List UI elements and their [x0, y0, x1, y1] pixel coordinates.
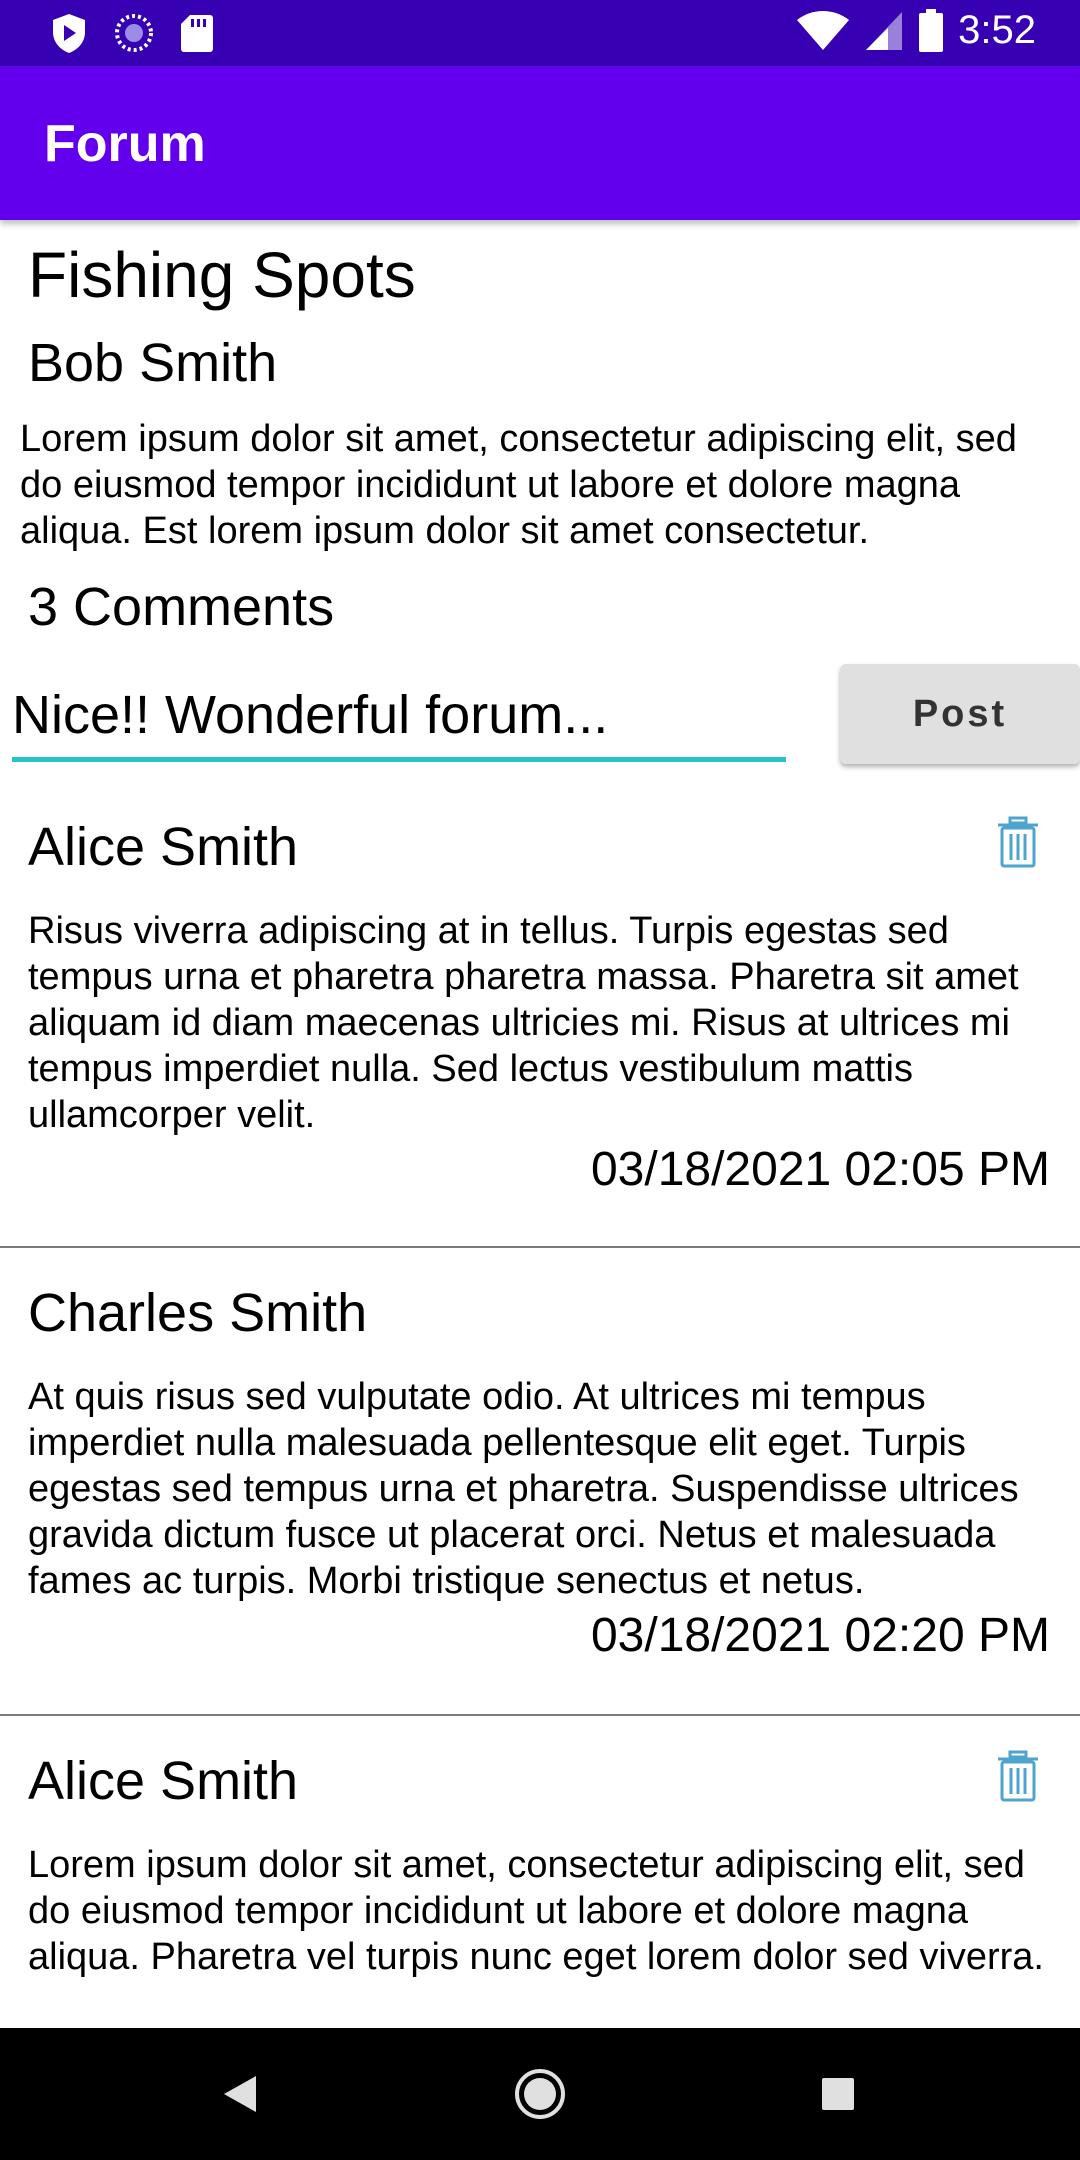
- wifi-icon: [797, 10, 850, 50]
- post-body: Lorem ipsum dolor sit amet, consectetur …: [20, 418, 1017, 552]
- battery-icon: [919, 8, 944, 52]
- comments-count: 3 Comments: [28, 577, 335, 637]
- post-title: Fishing Spots: [28, 239, 416, 311]
- post-author: Bob Smith: [28, 333, 278, 393]
- app-title: Forum: [44, 115, 206, 173]
- comment-author: Alice Smith: [28, 817, 299, 877]
- signal-icon: [866, 11, 903, 50]
- recents-icon[interactable]: [820, 2076, 856, 2112]
- comment-input[interactable]: [12, 672, 786, 762]
- comment-author: Charles Smith: [28, 1283, 368, 1343]
- forum-thread: Fishing Spots Bob Smith Lorem ipsum dolo…: [0, 220, 1080, 2028]
- comment-item: Alice Smith Lorem ipsum dolor sit amet, …: [0, 1718, 1080, 2028]
- back-icon[interactable]: [222, 2074, 258, 2114]
- status-time: 3:52: [958, 8, 1036, 52]
- system-nav-bar: [0, 2028, 1080, 2160]
- comment-body: Lorem ipsum dolor sit amet, consectetur …: [28, 1844, 1044, 1978]
- trash-icon[interactable]: [996, 816, 1040, 868]
- home-icon[interactable]: [514, 2068, 566, 2120]
- comment-item: Charles Smith At quis risus sed vulputat…: [0, 1250, 1080, 1716]
- comment-item: Alice Smith Risus viverra adipiscing at …: [0, 784, 1080, 1248]
- comment-author: Alice Smith: [28, 1751, 299, 1811]
- loading-icon: [115, 14, 153, 52]
- comment-body: At quis risus sed vulputate odio. At ult…: [28, 1376, 1019, 1602]
- comment-body: Risus viverra adipiscing at in tellus. T…: [28, 910, 1019, 1136]
- app-bar: Forum: [0, 66, 1080, 220]
- post-button[interactable]: Post: [840, 664, 1080, 764]
- comment-timestamp: 03/18/2021 02:20 PM: [590, 1609, 1050, 1662]
- sd-card-icon: [181, 15, 213, 52]
- comment-timestamp: 03/18/2021 02:05 PM: [590, 1143, 1050, 1196]
- status-bar: 3:52: [0, 0, 1080, 66]
- trash-icon[interactable]: [996, 1750, 1040, 1802]
- shield-icon: [53, 14, 85, 53]
